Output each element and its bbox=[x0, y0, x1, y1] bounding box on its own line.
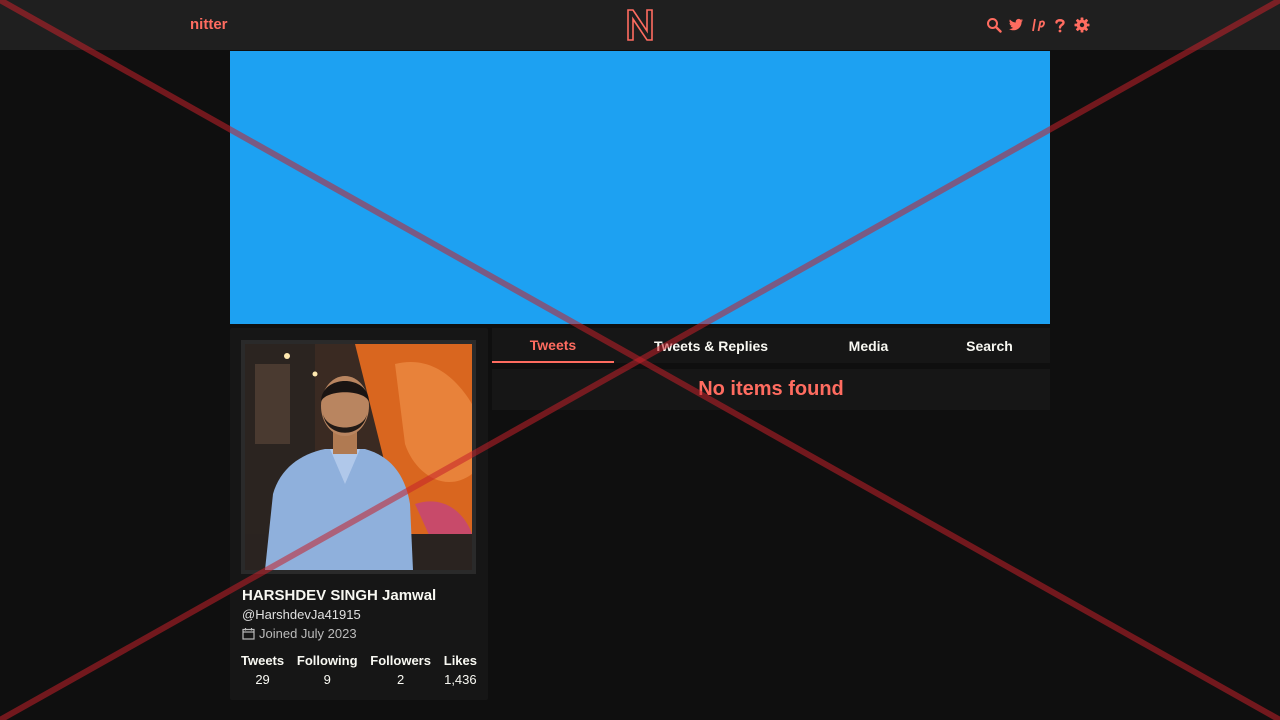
search-icon[interactable] bbox=[986, 17, 1002, 33]
tab-search[interactable]: Search bbox=[929, 328, 1050, 363]
stat-header: Tweets bbox=[241, 653, 285, 668]
stat-followers: Followers 2 bbox=[370, 653, 431, 687]
profile-joined: Joined July 2023 bbox=[242, 626, 357, 641]
profile-card: HARSHDEV SINGH Jamwal @HarshdevJa41915 J… bbox=[230, 328, 488, 700]
nitter-logo-icon[interactable] bbox=[625, 8, 655, 42]
avatar-frame bbox=[241, 340, 476, 574]
calendar-icon bbox=[242, 628, 255, 640]
stat-value: 9 bbox=[323, 672, 331, 687]
nav-icon-group bbox=[986, 16, 1090, 34]
stat-header: Following bbox=[296, 653, 358, 668]
profile-fullname[interactable]: HARSHDEV SINGH Jamwal bbox=[242, 587, 436, 604]
tab-media[interactable]: Media bbox=[808, 328, 929, 363]
tab-tweets[interactable]: Tweets bbox=[492, 328, 614, 363]
joined-date-text: Joined July 2023 bbox=[259, 626, 357, 641]
profile-banner[interactable] bbox=[230, 51, 1050, 324]
stat-value: 2 bbox=[397, 672, 405, 687]
stat-header: Followers bbox=[370, 653, 431, 668]
avatar[interactable] bbox=[245, 344, 472, 570]
stat-following: Following 9 bbox=[297, 653, 358, 687]
help-icon[interactable] bbox=[1052, 17, 1068, 33]
stat-tweets: Tweets 29 bbox=[241, 653, 284, 687]
rss-icon[interactable] bbox=[1030, 17, 1046, 33]
gear-icon[interactable] bbox=[1074, 17, 1090, 33]
tab-tweets-and-replies[interactable]: Tweets & Replies bbox=[614, 328, 808, 363]
brand-link[interactable]: nitter bbox=[190, 16, 228, 33]
stat-header: Likes bbox=[443, 653, 477, 668]
profile-stats: Tweets 29 Following 9 Followers 2 Likes … bbox=[241, 653, 477, 687]
stat-value: 29 bbox=[255, 672, 270, 687]
timeline-empty-message: No items found bbox=[492, 369, 1050, 410]
stat-value: 1,436 bbox=[444, 672, 477, 687]
profile-username[interactable]: @HarshdevJa41915 bbox=[242, 607, 361, 622]
stat-likes: Likes 1,436 bbox=[444, 653, 477, 687]
twitter-bird-icon[interactable] bbox=[1008, 17, 1024, 33]
top-navbar: nitter bbox=[0, 0, 1280, 50]
timeline-tabs: Tweets Tweets & Replies Media Search bbox=[492, 328, 1050, 363]
